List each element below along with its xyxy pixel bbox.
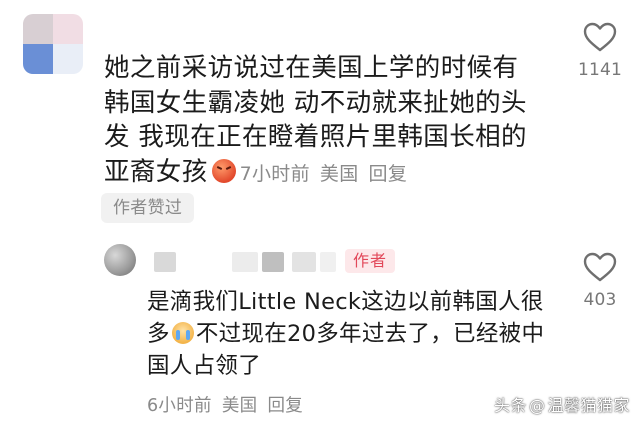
watermark-account: 温馨猫猫家 xyxy=(547,396,630,415)
reply-button[interactable]: 回复 xyxy=(369,163,408,185)
author-liked-badge: 作者赞过 xyxy=(101,193,195,223)
blurred-username xyxy=(320,252,336,272)
reply-button[interactable]: 回复 xyxy=(267,396,303,416)
watermark: 头条 @ 温馨猫猫家 xyxy=(494,392,630,416)
crying-face-emoji-icon xyxy=(171,322,194,344)
avatar[interactable] xyxy=(23,14,83,74)
blurred-username xyxy=(154,252,176,272)
blurred-username xyxy=(292,252,316,272)
comment-body: 她之前采访说过在美国上学的时候有韩国女生霸凌她 动不动就来扯她的头发 我现在正在… xyxy=(104,51,534,191)
heart-outline-icon[interactable] xyxy=(570,22,630,52)
comment-location: 美国 xyxy=(319,162,359,185)
heart-outline-icon[interactable] xyxy=(570,252,630,282)
reply-location: 美国 xyxy=(221,396,258,416)
like-button[interactable]: 403 xyxy=(570,252,630,310)
like-button[interactable]: 1141 xyxy=(570,22,630,80)
watermark-at: @ xyxy=(528,396,546,415)
reply-time: 6小时前 xyxy=(147,396,212,416)
avatar[interactable] xyxy=(104,244,136,276)
comment-time: 7小时前 xyxy=(239,162,310,185)
comment-thread: 她之前采访说过在美国上学的时候有韩国女生霸凌她 动不动就来扯她的头发 我现在正在… xyxy=(0,0,640,428)
blurred-username xyxy=(262,252,284,272)
comment-meta: 7小时前 美国 回复 xyxy=(240,163,418,185)
author-tag: 作者 xyxy=(345,249,396,273)
reply-text-part2: 不过现在20多年过去了，已经被中国人占领了 xyxy=(147,321,545,379)
blurred-username xyxy=(232,252,258,272)
reply-body: 是滴我们Little Neck这边以前韩国人很多 不过现在20多年过去了，已经被中… xyxy=(147,286,547,382)
like-count: 1141 xyxy=(577,60,623,80)
angry-face-emoji-icon xyxy=(211,158,236,183)
like-count: 403 xyxy=(583,290,617,310)
reply-meta: 6小时前 美国 回复 xyxy=(147,392,313,417)
watermark-platform: 头条 xyxy=(493,396,527,415)
